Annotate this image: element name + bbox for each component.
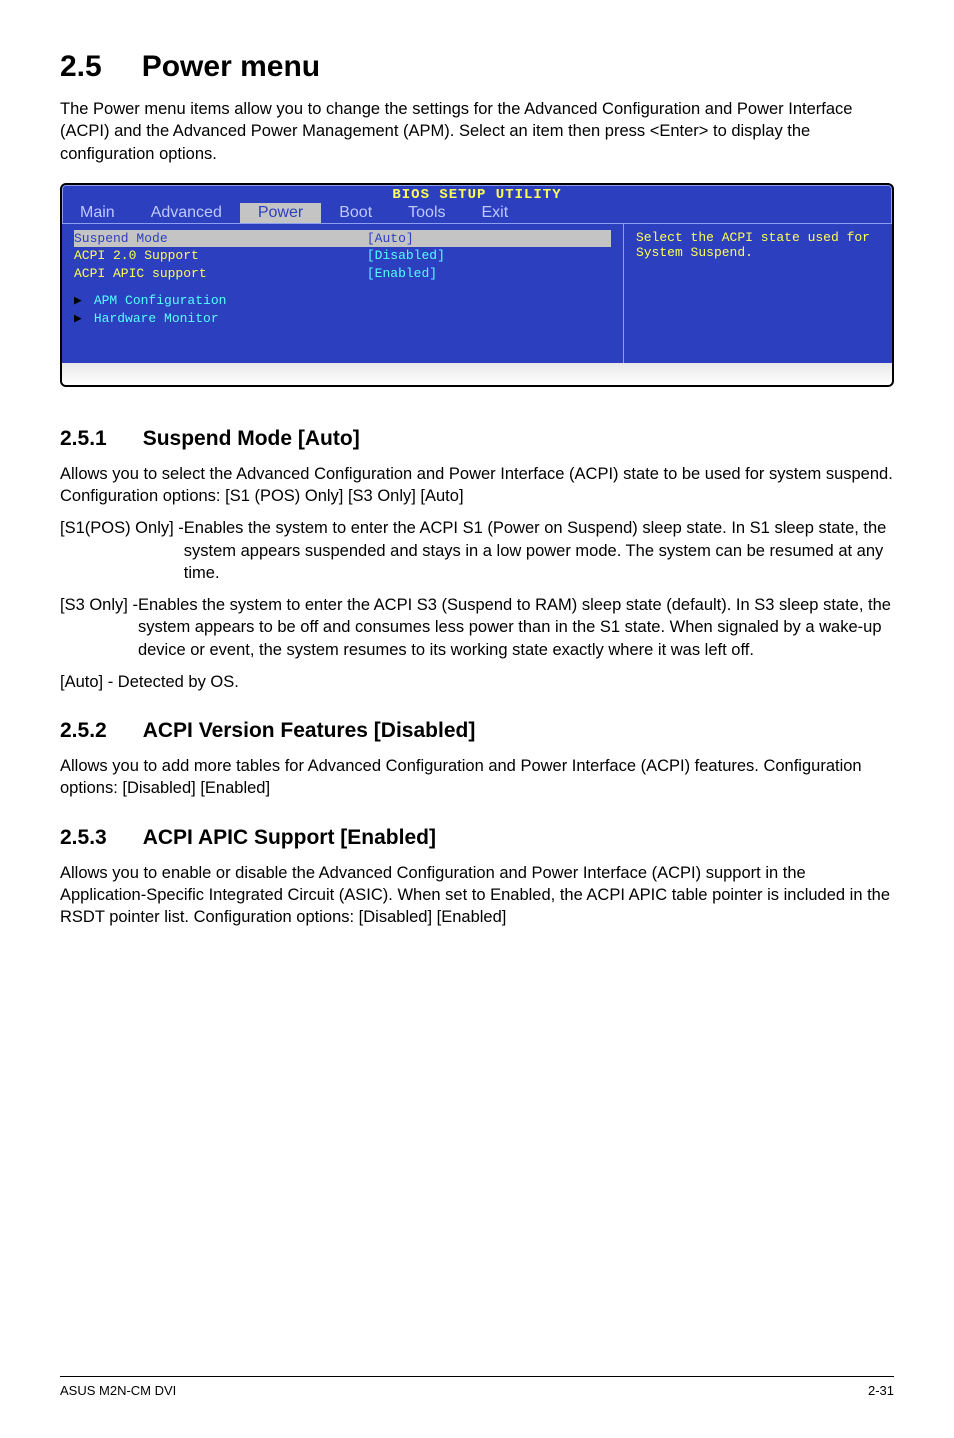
bios-submenu-label: Hardware Monitor	[94, 311, 219, 326]
option-text: Enables the system to enter the ACPI S1 …	[184, 517, 894, 584]
bios-submenu-apm: ▶ APM Configuration	[74, 292, 611, 310]
bios-body: Suspend Mode [Auto] ACPI 2.0 Support [Di…	[62, 223, 892, 363]
option-s1: [S1(POS) Only] - Enables the system to e…	[60, 517, 894, 584]
subsection-heading-253: 2.5.3 ACPI APIC Support [Enabled]	[60, 826, 894, 850]
option-label: [S3 Only] -	[60, 594, 138, 661]
subsection-number: 2.5.2	[60, 719, 107, 743]
paragraph: Allows you to add more tables for Advanc…	[60, 755, 894, 800]
subsection-heading-252: 2.5.2 ACPI Version Features [Disabled]	[60, 719, 894, 743]
bios-fade	[62, 363, 892, 385]
section-title: Power menu	[142, 50, 320, 83]
bios-tab-main: Main	[62, 203, 133, 223]
section-number: 2.5	[60, 50, 102, 84]
option-label: [S1(POS) Only] -	[60, 517, 184, 584]
option-s3: [S3 Only] - Enables the system to enter …	[60, 594, 894, 661]
bios-submenu-label: APM Configuration	[94, 293, 227, 308]
bios-screenshot: BIOS SETUP UTILITY Main Advanced Power B…	[60, 183, 894, 387]
bios-value: [Disabled]	[367, 247, 611, 265]
footer-right: 2-31	[868, 1383, 894, 1398]
option-text: Enables the system to enter the ACPI S3 …	[138, 594, 894, 661]
bios-tab-bar: Main Advanced Power Boot Tools Exit	[62, 203, 892, 223]
bios-label: Suspend Mode	[74, 230, 367, 248]
bios-header: BIOS SETUP UTILITY Main Advanced Power B…	[62, 185, 892, 223]
subsection-heading-251: 2.5.1 Suspend Mode [Auto]	[60, 427, 894, 451]
option-auto: [Auto] - Detected by OS.	[60, 671, 894, 693]
subsection-title: ACPI APIC Support [Enabled]	[143, 826, 436, 849]
bios-tab-power: Power	[240, 203, 321, 223]
subsection-number: 2.5.1	[60, 427, 107, 451]
bios-label: ACPI APIC support	[74, 265, 367, 283]
bios-submenu-hwmon: ▶ Hardware Monitor	[74, 310, 611, 328]
bios-value: [Auto]	[367, 230, 611, 248]
bios-tab-advanced: Advanced	[133, 203, 240, 223]
bios-row-suspend: Suspend Mode [Auto]	[74, 230, 611, 248]
triangle-icon: ▶	[74, 292, 86, 310]
subsection-title: ACPI Version Features [Disabled]	[143, 719, 476, 742]
subsection-title: Suspend Mode [Auto]	[143, 427, 360, 450]
subsection-number: 2.5.3	[60, 826, 107, 850]
bios-tab-boot: Boot	[321, 203, 390, 223]
bios-title: BIOS SETUP UTILITY	[62, 185, 892, 203]
bios-value: [Enabled]	[367, 265, 611, 283]
bios-row-acpi20: ACPI 2.0 Support [Disabled]	[74, 247, 611, 265]
page-footer: ASUS M2N-CM DVI 2-31	[60, 1376, 894, 1398]
triangle-icon: ▶	[74, 310, 86, 328]
bios-help-pane: Select the ACPI state used for System Su…	[624, 224, 892, 363]
bios-row-acpiapic: ACPI APIC support [Enabled]	[74, 265, 611, 283]
section-intro: The Power menu items allow you to change…	[60, 98, 894, 165]
bios-help-text: Select the ACPI state used for System Su…	[636, 230, 880, 260]
paragraph: Allows you to select the Advanced Config…	[60, 463, 894, 508]
spacer	[74, 282, 611, 292]
bios-label: ACPI 2.0 Support	[74, 247, 367, 265]
section-heading: 2.5 Power menu	[60, 50, 894, 84]
bios-left-pane: Suspend Mode [Auto] ACPI 2.0 Support [Di…	[62, 224, 624, 363]
bios-tab-tools: Tools	[390, 203, 463, 223]
footer-left: ASUS M2N-CM DVI	[60, 1383, 176, 1398]
paragraph: Allows you to enable or disable the Adva…	[60, 862, 894, 929]
bios-tab-exit: Exit	[464, 203, 527, 223]
